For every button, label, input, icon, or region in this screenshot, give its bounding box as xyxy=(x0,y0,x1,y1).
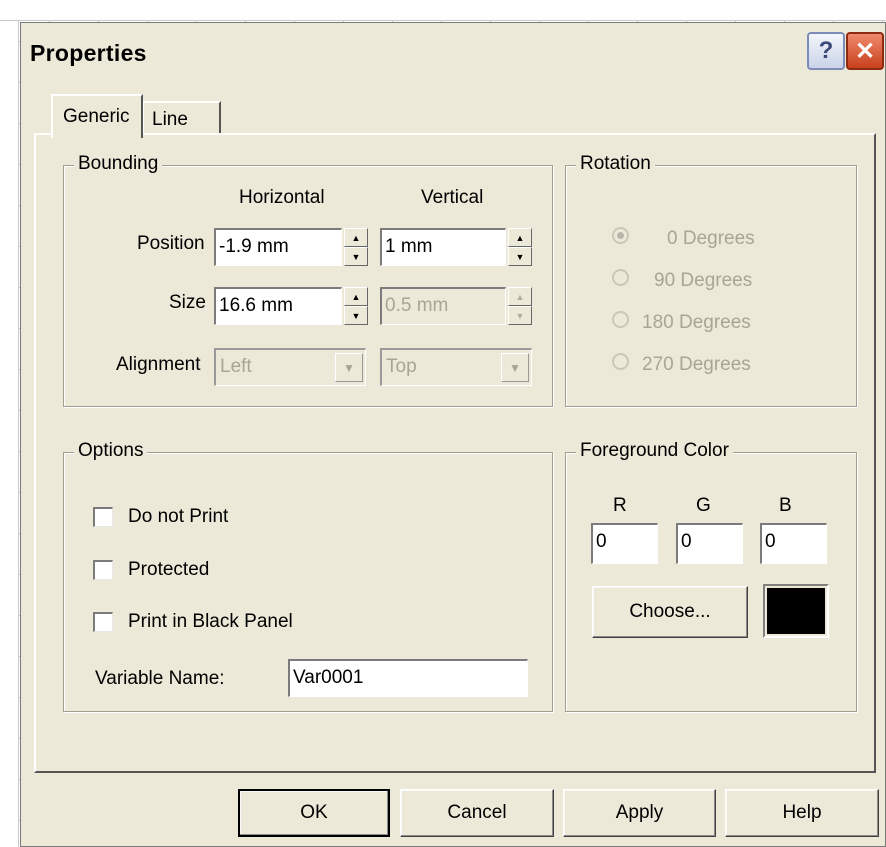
apply-button[interactable]: Apply xyxy=(563,789,716,837)
chevron-down-icon: ▼ xyxy=(501,353,529,382)
chevron-down-icon: ▼ xyxy=(335,353,363,382)
rotation-90-radio xyxy=(612,269,629,286)
red-input[interactable]: 0 xyxy=(591,523,658,564)
spin-down-icon[interactable]: ▼ xyxy=(508,247,532,266)
size-label: Size xyxy=(169,292,206,313)
color-swatch-fill xyxy=(767,588,825,634)
position-horizontal-input[interactable]: -1.9 mm xyxy=(214,228,342,266)
choose-color-button[interactable]: Choose... xyxy=(592,586,748,638)
do-not-print-checkbox[interactable] xyxy=(93,507,113,527)
title-bar: Properties ? ✕ xyxy=(21,23,885,83)
green-input[interactable]: 0 xyxy=(676,523,743,564)
spin-down-icon[interactable]: ▼ xyxy=(344,306,368,325)
variable-name-label: Variable Name: xyxy=(95,668,225,689)
rotation-180-label: 180 Degrees xyxy=(642,312,751,333)
position-vertical-input[interactable]: 1 mm xyxy=(380,228,506,266)
blue-input[interactable]: 0 xyxy=(760,523,827,564)
protected-label: Protected xyxy=(128,559,210,580)
spin-up-icon[interactable]: ▲ xyxy=(344,287,368,306)
ok-button[interactable]: OK xyxy=(238,789,390,837)
rotation-group-label: Rotation xyxy=(576,153,655,175)
tab-generic[interactable]: Generic xyxy=(51,94,143,138)
variable-name-input[interactable]: Var0001 xyxy=(288,659,528,697)
position-vertical-spinner[interactable]: ▲ ▼ xyxy=(508,228,532,266)
properties-dialog: Properties ? ✕ Generic Line Bounding Hor… xyxy=(20,22,886,847)
green-label: G xyxy=(696,495,711,516)
spin-up-icon[interactable]: ▲ xyxy=(344,228,368,247)
close-button[interactable]: ✕ xyxy=(846,32,884,70)
tab-line[interactable]: Line xyxy=(142,101,221,133)
horizontal-header: Horizontal xyxy=(239,187,325,208)
size-vertical-spinner: ▲ ▼ xyxy=(508,287,532,325)
rotation-90-label: 90 Degrees xyxy=(654,270,753,291)
tab-panel-generic: Bounding Horizontal Vertical Position -1… xyxy=(34,133,876,773)
blue-label: B xyxy=(779,495,792,516)
help-titlebar-button[interactable]: ? xyxy=(807,32,845,70)
alignment-label: Alignment xyxy=(116,354,201,375)
alignment-horizontal-select: Left ▼ xyxy=(214,348,366,386)
foreground-color-group: Foreground Color R G B 0 0 0 Choose... xyxy=(565,440,857,712)
size-horizontal-input[interactable]: 16.6 mm xyxy=(214,287,342,325)
options-group-label: Options xyxy=(74,440,148,462)
rotation-0-label: 0 Degrees xyxy=(667,228,755,249)
rotation-group: Rotation 0 Degrees 90 Degrees 180 Degree… xyxy=(565,153,857,407)
rotation-270-radio xyxy=(612,353,629,370)
size-vertical-input: 0.5 mm xyxy=(380,287,506,325)
do-not-print-label: Do not Print xyxy=(128,506,229,527)
print-black-panel-label: Print in Black Panel xyxy=(128,611,293,632)
spin-up-icon: ▲ xyxy=(508,287,532,306)
position-horizontal-spinner[interactable]: ▲ ▼ xyxy=(344,228,368,266)
rotation-180-radio xyxy=(612,311,629,328)
dialog-title: Properties xyxy=(30,40,147,66)
question-icon: ? xyxy=(818,37,834,64)
color-swatch[interactable] xyxy=(763,584,829,638)
print-black-panel-checkbox[interactable] xyxy=(93,612,113,632)
protected-checkbox[interactable] xyxy=(93,560,113,580)
close-icon: ✕ xyxy=(854,37,876,65)
rotation-0-radio xyxy=(612,227,629,244)
options-group: Options Do not Print Protected Print in … xyxy=(63,440,553,712)
foreground-color-group-label: Foreground Color xyxy=(576,440,733,462)
tab-line-label: Line xyxy=(152,109,188,130)
vertical-header: Vertical xyxy=(421,187,484,208)
spin-up-icon[interactable]: ▲ xyxy=(508,228,532,247)
alignment-vertical-value: Top xyxy=(386,356,417,377)
alignment-vertical-select: Top ▼ xyxy=(380,348,532,386)
bounding-group-label: Bounding xyxy=(74,153,163,175)
size-horizontal-spinner[interactable]: ▲ ▼ xyxy=(344,287,368,325)
red-label: R xyxy=(613,495,627,516)
position-label: Position xyxy=(137,233,205,254)
help-button[interactable]: Help xyxy=(725,789,879,837)
alignment-horizontal-value: Left xyxy=(220,356,252,377)
spin-down-icon: ▼ xyxy=(508,306,532,325)
rotation-270-label: 270 Degrees xyxy=(642,354,751,375)
cancel-button[interactable]: Cancel xyxy=(400,789,554,837)
spin-down-icon[interactable]: ▼ xyxy=(344,247,368,266)
tab-generic-label: Generic xyxy=(63,106,130,127)
bounding-group: Bounding Horizontal Vertical Position -1… xyxy=(63,153,553,407)
